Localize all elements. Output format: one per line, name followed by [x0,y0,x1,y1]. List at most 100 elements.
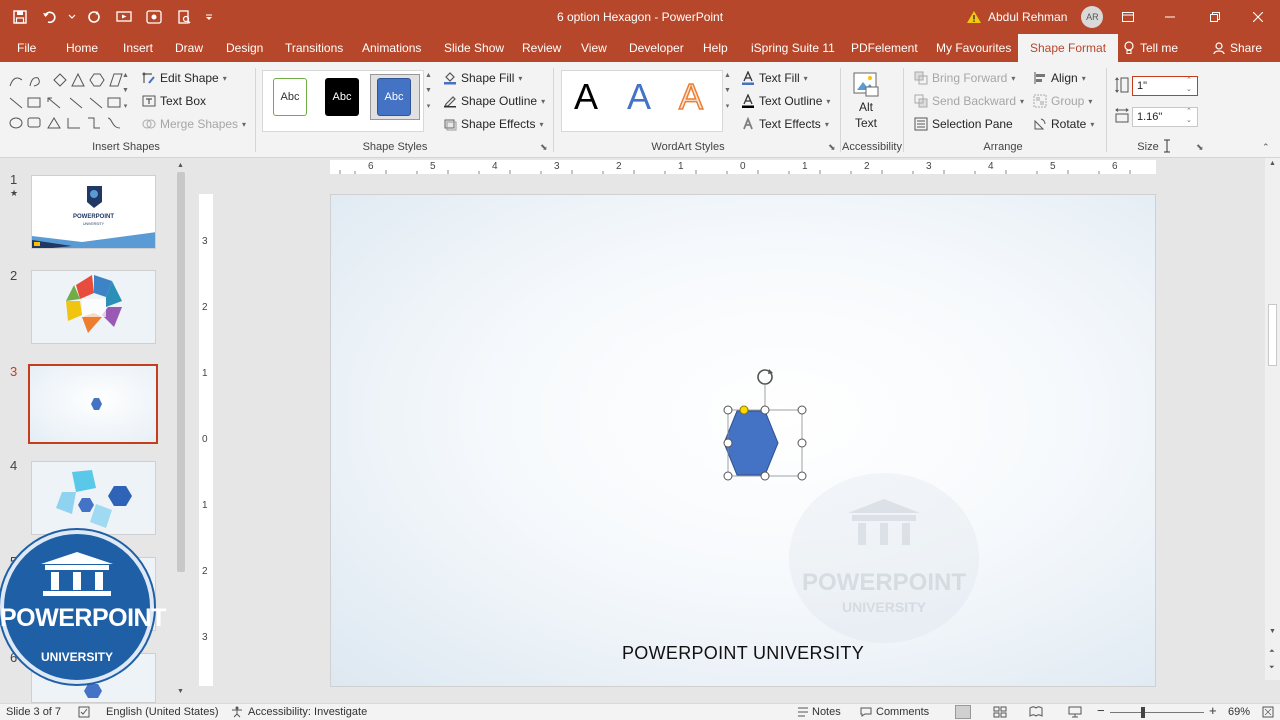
tab-animations[interactable]: Animations [360,34,423,62]
zoom-slider-thumb[interactable] [1141,707,1145,718]
slide-footer-text[interactable]: POWERPOINT UNIVERSITY [331,643,1155,664]
shapes-gallery[interactable] [8,72,134,132]
slide-show-icon[interactable] [1068,706,1082,718]
resize-handle-sw[interactable] [723,471,733,481]
tab-home[interactable]: Home [64,34,100,62]
wordart-orange-outline[interactable]: A [678,75,704,118]
bring-forward-button[interactable]: Bring Forward ▾ [914,71,1015,85]
resize-handle-n[interactable] [760,405,770,415]
spelling-check-icon[interactable] [78,706,90,718]
normal-view-icon[interactable] [955,705,971,719]
slide-scrollbar[interactable]: ▲ ▼ ⏶ ⏷ [1265,158,1280,680]
text-box-button[interactable]: Text Box [142,94,206,108]
ruler-label: 1 [802,161,808,172]
slide-thumbnail-3[interactable] [28,364,158,444]
collapse-ribbon-icon[interactable]: ⌃ [1262,142,1270,153]
tab-transitions[interactable]: Transitions [283,34,345,62]
tab-slide-show[interactable]: Slide Show [442,34,506,62]
shape-styles-scroll[interactable]: ▲ ▼ ▾ [425,72,432,110]
tab-shape-format[interactable]: Shape Format [1018,34,1119,62]
resize-handle-s[interactable] [760,471,770,481]
ruler-label: 4 [988,161,994,172]
accessibility-icon[interactable] [231,706,244,718]
resize-handle-se[interactable] [797,471,807,481]
selection-pane-button[interactable]: Selection Pane [914,117,1013,131]
alt-text-icon [853,72,879,97]
adjust-handle[interactable] [739,405,749,415]
rotate-icon [1034,118,1046,130]
share-button[interactable]: Share [1211,34,1264,62]
watermark-subtitle: UNIVERSITY [841,599,926,615]
tab-developer[interactable]: Developer [627,34,686,62]
shape-style-black[interactable]: Abc [325,78,359,116]
restore-icon[interactable] [1195,0,1235,34]
wordart-black[interactable]: A [574,76,598,118]
arrange-label: Arrange [983,141,1023,153]
alt-text-button[interactable]: Alt Text [852,70,880,130]
tab-review[interactable]: Review [520,34,563,62]
slide-canvas[interactable]: POWERPOINT UNIVERSITY POWERPOINT UNIVERS… [330,194,1156,687]
tab-view[interactable]: View [579,34,609,62]
shape-style-blue[interactable]: Abc [377,78,411,116]
group-button[interactable]: Group ▾ [1033,94,1092,108]
close-icon[interactable] [1238,0,1278,34]
thumbnails-scrollbar[interactable]: ▲ ▼ [174,160,188,700]
shape-outline-button[interactable]: Shape Outline ▾ [443,94,545,108]
resize-handle-nw[interactable] [723,405,733,415]
align-button[interactable]: Align ▾ [1033,71,1086,85]
wordart-blue[interactable]: A [627,76,651,118]
tab-file[interactable]: File [15,34,38,62]
avatar[interactable]: AR [1081,6,1104,28]
slide-thumbnail-2[interactable] [31,270,156,344]
zoom-out-button[interactable]: − [1097,703,1105,718]
text-fill-button[interactable]: Text Fill ▾ [741,71,808,85]
comments-button[interactable]: Comments [876,706,929,718]
size-dialog-launcher[interactable]: ⬊ [1196,142,1204,153]
resize-handle-w[interactable] [723,438,733,448]
shape-fill-button[interactable]: Shape Fill ▾ [443,71,522,85]
tab-tell-me[interactable]: Tell me [1122,34,1180,62]
minimize-icon[interactable] [1150,0,1190,34]
tab-draw[interactable]: Draw [173,34,205,62]
reading-view-icon[interactable] [1029,706,1043,718]
tab-my-favourites[interactable]: My Favourites [934,34,1013,62]
slide-counter[interactable]: Slide 3 of 7 [6,706,61,718]
tab-help[interactable]: Help [701,34,730,62]
slide-thumbnail-1[interactable]: POWERPOINT UNIVERSITY [31,175,156,249]
zoom-in-button[interactable]: + [1209,703,1217,718]
tab-ispring[interactable]: iSpring Suite 11 [749,34,837,62]
text-effects-button[interactable]: Text Effects ▾ [741,117,829,131]
text-outline-button[interactable]: Text Outline ▾ [741,94,830,108]
width-spinner[interactable]: ⌃ ⌄ [1186,107,1192,125]
wordart-scroll[interactable]: ▲ ▼ ▾ [724,72,731,110]
rotate-handle-icon[interactable] [757,369,773,410]
ruler-label: 1 [202,368,208,379]
fit-slide-icon[interactable] [1262,706,1274,718]
wordart-dialog-launcher[interactable]: ⬊ [828,142,836,153]
shape-styles-dialog-launcher[interactable]: ⬊ [540,142,548,153]
merge-shapes-button[interactable]: Merge Shapes ▾ [142,117,246,131]
edit-shape-button[interactable]: Edit Shape ▾ [142,71,227,85]
user-account[interactable]: Abdul Rehman AR [966,6,1104,28]
tab-pdfelement[interactable]: PDFelement [849,34,920,62]
height-spinner[interactable]: ⌃ ⌄ [1186,76,1192,94]
notes-icon [798,707,808,717]
notes-button[interactable]: Notes [812,706,841,718]
shape-effects-button[interactable]: Shape Effects ▾ [443,117,544,131]
tab-design[interactable]: Design [224,34,265,62]
slide-thumbnail-4[interactable] [31,461,156,535]
send-backward-button[interactable]: Send Backward ▾ [914,94,1024,108]
accessibility-status[interactable]: Accessibility: Investigate [248,706,367,718]
resize-handle-ne[interactable] [797,405,807,415]
shapes-scroll[interactable]: ▲ ▼ ▾ [122,72,129,110]
resize-handle-e[interactable] [797,438,807,448]
ribbon-display-options-icon[interactable] [1108,0,1148,34]
shape-style-outline[interactable]: Abc [273,78,307,116]
text-fill-icon [742,71,754,85]
rotate-button[interactable]: Rotate ▾ [1033,117,1094,131]
tab-insert[interactable]: Insert [121,34,155,62]
language-indicator[interactable]: English (United States) [106,706,219,718]
zoom-slider[interactable] [1110,712,1204,713]
slide-sorter-icon[interactable] [993,706,1007,718]
zoom-level[interactable]: 69% [1228,706,1250,718]
